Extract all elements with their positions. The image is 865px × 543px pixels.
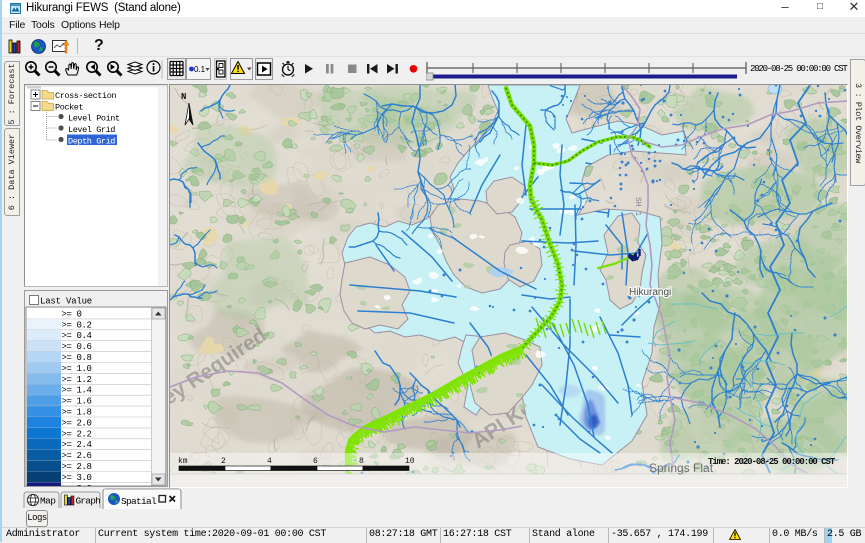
svg-text:N: N [181, 92, 186, 102]
svg-text:>= 1.4: >= 1.4 [62, 386, 92, 396]
svg-text:Time: 2020-08-25 00:00:00 CST: Time: 2020-08-25 00:00:00 CST [708, 457, 836, 467]
svg-text:Pocket: Pocket [55, 103, 84, 113]
svg-text:10: 10 [405, 457, 415, 466]
svg-text:Cross-section: Cross-section [55, 91, 116, 101]
svg-text:>= 0.6: >= 0.6 [62, 342, 92, 352]
svg-text:>= 0.8: >= 0.8 [62, 353, 92, 363]
svg-text:>= 2.8: >= 2.8 [62, 462, 92, 472]
svg-text:Depth Grid: Depth Grid [68, 137, 115, 147]
svg-text:>= 0.4: >= 0.4 [62, 331, 92, 341]
svg-text:Hikurangi: Hikurangi [629, 287, 671, 298]
svg-text:>= 3.0: >= 3.0 [62, 473, 92, 483]
svg-text:>= 2.0: >= 2.0 [62, 418, 92, 428]
svg-text:SH 1: SH 1 [633, 197, 642, 216]
svg-text:>= 3.2: >= 3.2 [62, 484, 92, 486]
svg-text:8: 8 [359, 457, 364, 466]
svg-text:>= 1.6: >= 1.6 [62, 397, 92, 407]
svg-text:>= 2.4: >= 2.4 [62, 440, 92, 450]
svg-text:6: 6 [313, 457, 318, 466]
svg-text:Spatial: Spatial [121, 496, 157, 507]
svg-text:km: km [178, 457, 188, 466]
svg-text:>= 1.8: >= 1.8 [62, 408, 92, 418]
svg-text:>= 1.0: >= 1.0 [62, 364, 92, 374]
svg-text:>= 2.6: >= 2.6 [62, 451, 92, 461]
svg-text:4: 4 [267, 457, 272, 466]
svg-text:2: 2 [221, 457, 226, 466]
svg-text:Graph: Graph [76, 496, 101, 507]
svg-text:Level Grid: Level Grid [68, 125, 115, 135]
svg-text:Springs Flat: Springs Flat [649, 461, 714, 475]
svg-text:>= 0.2: >= 0.2 [62, 320, 92, 330]
svg-text:>= 2.2: >= 2.2 [62, 429, 92, 439]
svg-text:Map: Map [40, 496, 56, 507]
svg-text:Last Value: Last Value [40, 297, 92, 307]
svg-text:Level Point: Level Point [68, 114, 120, 124]
svg-text:>= 0: >= 0 [62, 309, 82, 319]
svg-text:>= 1.2: >= 1.2 [62, 375, 92, 385]
svg-text:0.1: 0.1 [194, 65, 206, 74]
